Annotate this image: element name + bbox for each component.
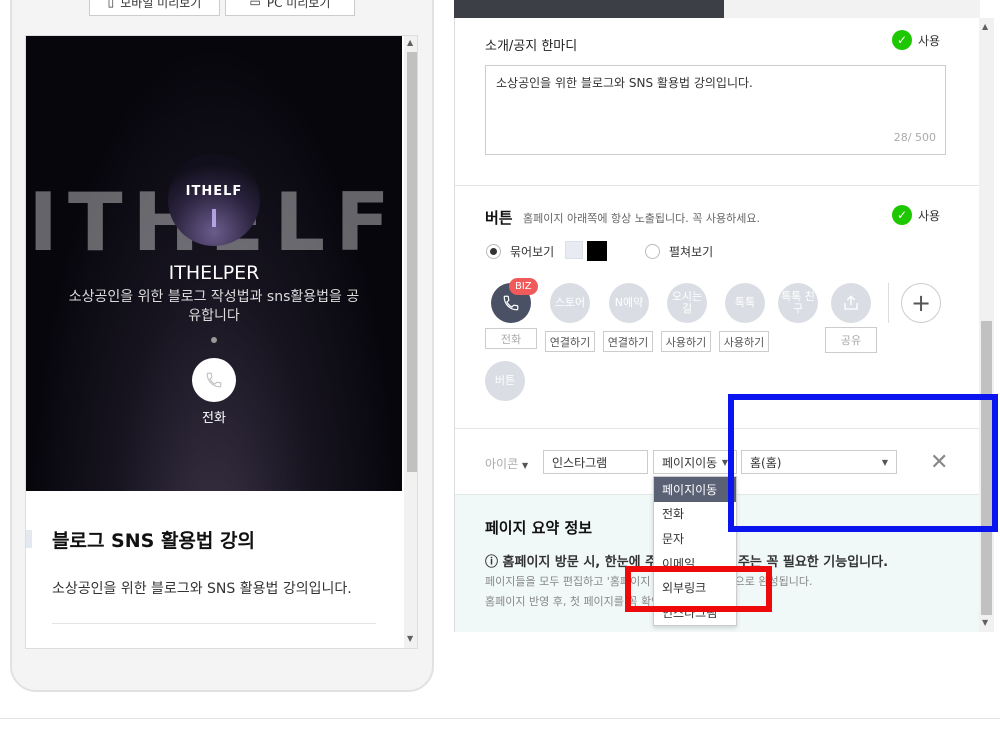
caret-down-icon: ▼ — [521, 461, 529, 470]
link-name-value: 인스타그램 — [552, 455, 608, 470]
buttons-use-label: 사용 — [918, 208, 941, 223]
tag-nbooking-text: 연결하기 — [607, 335, 649, 349]
pc-preview-label: PC 미리보기 — [266, 0, 331, 10]
scroll-down-arrow-icon[interactable]: ▼ — [407, 634, 413, 643]
mobile-icon: ▯ — [107, 0, 115, 9]
mobile-preview-button[interactable]: ▯ 모바일 미리보기 — [89, 0, 220, 16]
tag-store[interactable]: 연결하기 — [545, 331, 595, 352]
phone-screen: ITHELF ITHELF ITHELPER 소상공인을 위한 블로그 작성법과… — [25, 35, 418, 649]
logo-glow — [212, 209, 216, 227]
card-description: 소상공인을 위한 블로그와 SNS 활용법 강의입니다. — [52, 581, 352, 597]
preview-scroll-thumb[interactable] — [407, 52, 417, 472]
nbooking-icon-label: N예약 — [614, 296, 644, 309]
page-bottom-divider — [0, 718, 1000, 719]
call-label: 전화 — [202, 411, 226, 426]
check-icon: ✓ — [892, 30, 912, 50]
dropdown-item-phone[interactable]: 전화 — [654, 502, 736, 527]
section-divider — [455, 185, 979, 186]
tag-share[interactable]: 공유 — [825, 327, 877, 353]
phone-icon — [206, 372, 222, 388]
intro-use-toggle[interactable]: ✓ 사용 — [892, 30, 940, 50]
radio-spread-label: 펼쳐보기 — [669, 245, 714, 259]
color-swatch-light[interactable] — [565, 241, 583, 259]
button-icon-share[interactable] — [831, 283, 871, 323]
logo-text: ITHELF — [185, 184, 243, 199]
talktalk-friend-icon-label: 톡톡 친구 — [781, 290, 815, 315]
button-icon-talktalk[interactable]: 톡톡 — [725, 283, 765, 323]
biz-badge: BIZ — [509, 278, 538, 295]
radio-spread[interactable] — [645, 244, 660, 259]
action-select-value: 페이지이동 — [662, 455, 718, 470]
action-select[interactable]: 페이지이동 ▼ — [653, 450, 737, 474]
chevron-up-icon[interactable]: ︿ — [206, 639, 218, 648]
add-button-icon[interactable]: + — [901, 283, 941, 323]
site-description: 소상공인을 위한 블로그 작성법과 sns활용법을 공유합니다 — [68, 289, 360, 324]
tag-share-text: 공유 — [840, 334, 862, 347]
tab-active[interactable] — [454, 0, 724, 18]
button-icon-directions[interactable]: 오시는길 — [667, 283, 707, 323]
site-name: ITHELPER — [168, 262, 260, 284]
talktalk-icon-label: 톡톡 — [734, 296, 756, 309]
tag-phone[interactable]: 전화 — [485, 328, 537, 349]
button-icon-talktalk-friend[interactable]: 톡톡 친구 — [778, 283, 818, 323]
extra-icon-label: 버튼 — [494, 374, 516, 387]
tag-talktalk-text: 사용하기 — [723, 335, 765, 349]
check-icon: ✓ — [892, 205, 912, 225]
tag-directions-text: 사용하기 — [665, 335, 707, 349]
scroll-down-arrow-icon[interactable]: ▼ — [982, 618, 988, 627]
tag-directions[interactable]: 사용하기 — [661, 331, 711, 352]
tag-phone-text: 전화 — [500, 332, 522, 346]
buttons-use-toggle[interactable]: ✓ 사용 — [892, 205, 940, 225]
tag-talktalk[interactable]: 사용하기 — [719, 331, 769, 352]
highlight-box-red — [625, 566, 772, 612]
highlight-box-blue — [728, 394, 998, 532]
directions-icon-label: 오시는길 — [671, 290, 703, 315]
intro-textarea[interactable]: 소상공인을 위한 블로그와 SNS 활용법 강의입니다. — [485, 65, 946, 155]
page-dot — [211, 337, 217, 343]
title-accent-bar — [26, 530, 32, 548]
radio-bundle-label: 묶어보기 — [510, 245, 555, 259]
card-title: 블로그 SNS 활용법 강의 — [52, 530, 255, 552]
color-swatch-black[interactable] — [587, 241, 607, 261]
icon-select[interactable]: 아이콘 ▼ — [485, 455, 528, 472]
mobile-preview-label: 모바일 미리보기 — [120, 0, 202, 10]
intro-label: 소개/공지 한마디 — [485, 39, 578, 54]
link-name-input[interactable]: 인스타그램 — [543, 450, 648, 474]
button-icon-nbooking[interactable]: N예약 — [609, 283, 649, 323]
char-counter: 28/ 500 — [893, 131, 936, 144]
intro-use-label: 사용 — [918, 33, 941, 48]
tab-inactive[interactable] — [724, 0, 980, 18]
tag-nbooking[interactable]: 연결하기 — [603, 331, 653, 352]
radio-bundle[interactable] — [486, 244, 501, 259]
phone-icon — [503, 295, 519, 311]
scroll-up-arrow-icon[interactable]: ▲ — [407, 38, 413, 47]
scroll-up-arrow-icon[interactable]: ▲ — [982, 22, 988, 31]
share-icon — [844, 295, 858, 310]
site-logo: ITHELF — [168, 154, 260, 246]
hero-section: ITHELF ITHELF ITHELPER 소상공인을 위한 블로그 작성법과… — [26, 36, 402, 491]
pc-preview-button[interactable]: ▭ PC 미리보기 — [225, 0, 355, 16]
button-icon-extra[interactable]: 버튼 — [485, 361, 525, 401]
preview-scrollbar[interactable]: ▲ ▼ — [404, 36, 417, 648]
icon-separator — [888, 283, 889, 323]
card-divider — [52, 623, 376, 624]
dropdown-item-sms[interactable]: 문자 — [654, 526, 736, 551]
panel-scrollbar[interactable]: ▲ ▼ — [979, 18, 994, 632]
call-button[interactable] — [192, 358, 236, 402]
summary-title: 페이지 요약 정보 — [485, 519, 593, 537]
store-icon-label: 스토어 — [554, 296, 586, 309]
buttons-title: 버튼 — [485, 209, 513, 227]
icon-select-label: 아이콘 — [485, 457, 519, 471]
dropdown-item-page-move[interactable]: 페이지이동 — [654, 477, 736, 502]
tag-store-text: 연결하기 — [549, 335, 591, 349]
monitor-icon: ▭ — [249, 0, 261, 9]
button-icon-store[interactable]: 스토어 — [550, 283, 590, 323]
buttons-description: 홈페이지 아래쪽에 항상 노출됩니다. 꼭 사용하세요. — [523, 212, 760, 225]
intro-text: 소상공인을 위한 블로그와 SNS 활용법 강의입니다. — [496, 76, 753, 90]
